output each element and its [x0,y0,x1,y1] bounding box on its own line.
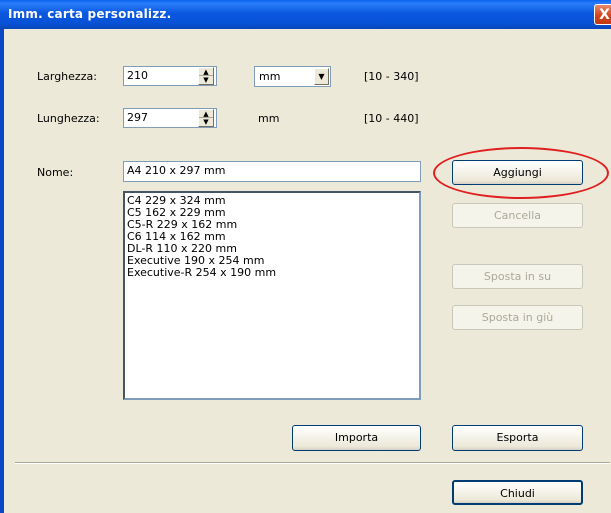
separator [15,462,610,464]
move-down-button-label: Sposta in giù [481,311,554,324]
close-icon[interactable]: X [594,4,611,25]
export-button[interactable]: Esporta [452,425,583,451]
width-value: 210 [127,69,148,82]
spin-up-icon[interactable]: ▲ [199,68,213,76]
window-frame-left [0,29,4,513]
list-item[interactable]: Executive-R 254 x 190 mm [127,267,417,279]
move-up-button-label: Sposta in su [483,270,552,283]
move-up-button[interactable]: Sposta in su [452,264,583,289]
annotation-ellipse [433,147,609,199]
import-button-label: Importa [334,431,379,444]
spin-up-icon[interactable]: ▲ [199,110,213,118]
name-label: Nome: [37,166,74,179]
unit-select[interactable]: mm ▼ [254,66,331,87]
name-value: A4 210 x 297 mm [127,164,226,177]
width-label: Larghezza: [37,70,97,83]
delete-button[interactable]: Cancella [452,203,583,228]
length-value: 297 [127,111,148,124]
length-label: Lunghezza: [37,112,100,125]
export-button-label: Esporta [496,431,539,444]
width-range: [10 - 340] [364,70,419,83]
window-title: Imm. carta personalizz. [8,7,172,21]
spin-down-icon[interactable]: ▼ [199,118,213,126]
title-bar: Imm. carta personalizz. X [0,0,611,29]
name-input[interactable]: A4 210 x 297 mm [123,161,421,182]
paper-size-list[interactable]: C4 229 x 324 mm C5 162 x 229 mm C5-R 229 x… [123,191,421,400]
length-range: [10 - 440] [364,112,419,125]
unit-select-value: mm [259,70,281,83]
length-unit: mm [258,112,280,125]
chevron-down-icon[interactable]: ▼ [314,68,329,85]
close-button[interactable]: Chiudi [452,480,583,505]
length-spinner[interactable]: ▲ ▼ [198,109,214,127]
spin-down-icon[interactable]: ▼ [199,76,213,84]
delete-button-label: Cancella [493,209,542,222]
import-button[interactable]: Importa [292,425,421,451]
width-spinner[interactable]: ▲ ▼ [198,67,214,85]
move-down-button[interactable]: Sposta in giù [452,305,583,330]
close-button-label: Chiudi [500,487,535,500]
